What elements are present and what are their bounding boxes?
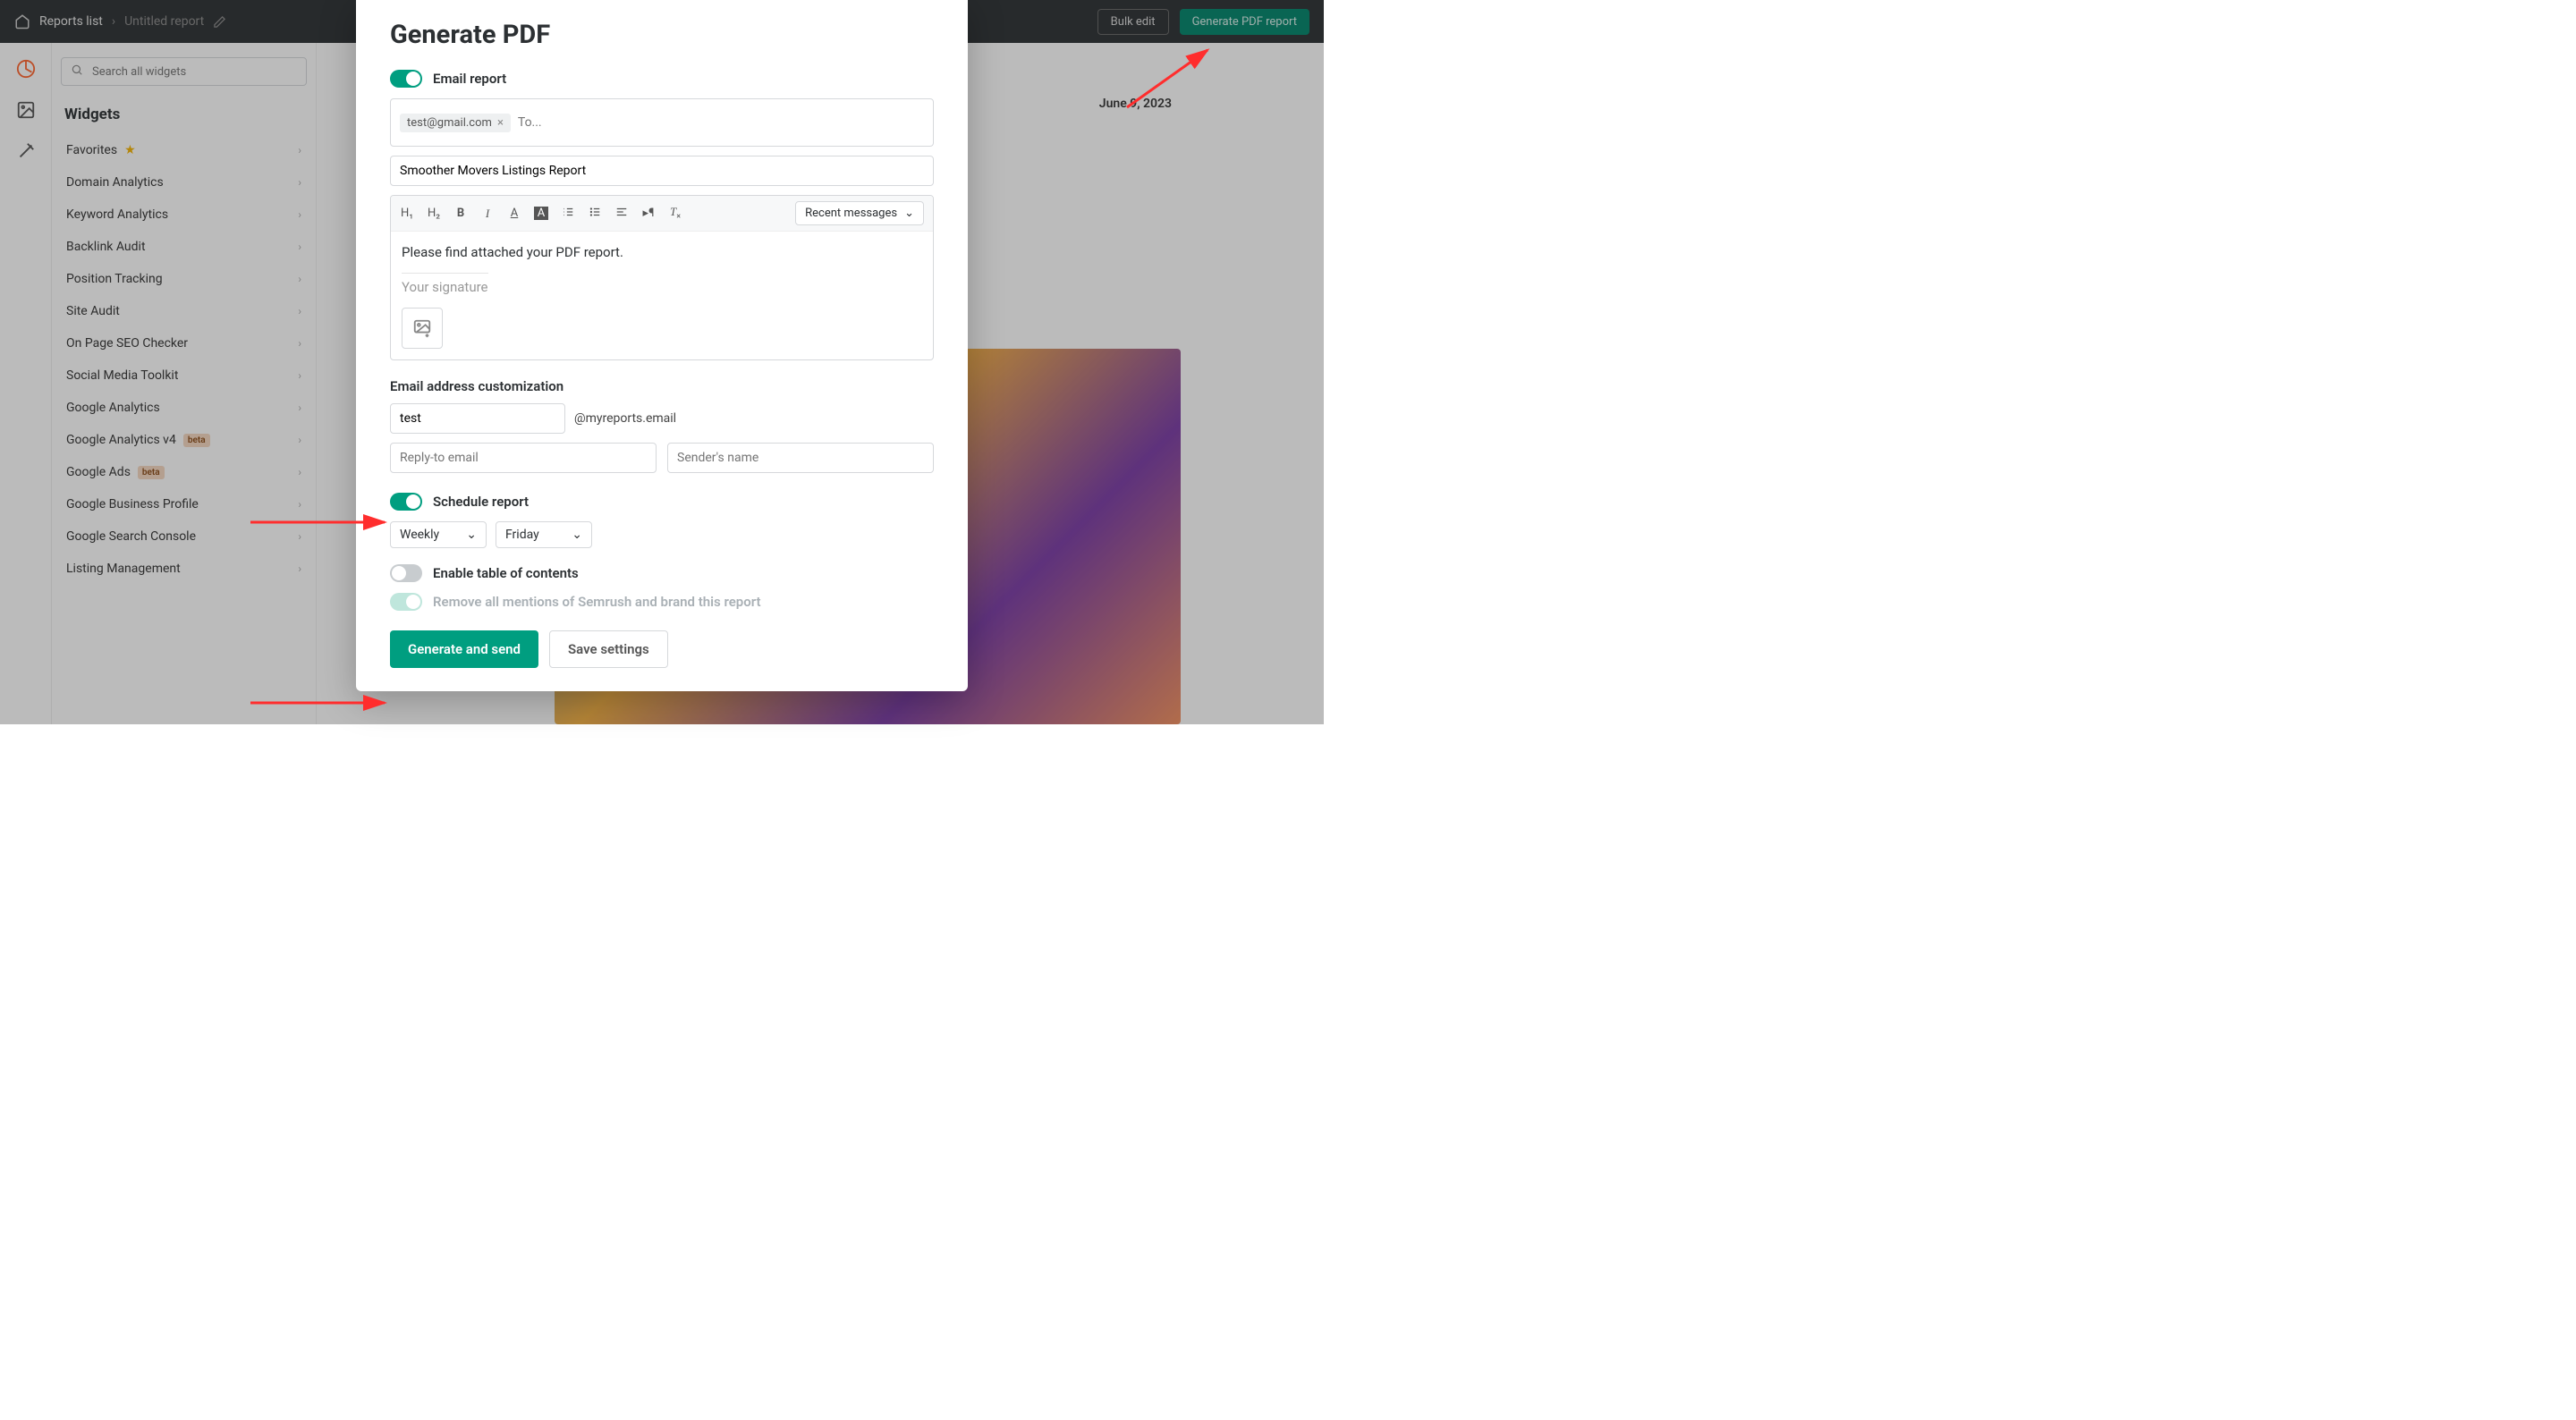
schedule-day-value: Friday: [505, 528, 539, 542]
highlight-icon[interactable]: A: [534, 207, 548, 220]
chevron-down-icon: ⌄: [466, 528, 477, 542]
bold-icon[interactable]: B: [453, 207, 468, 220]
h2-icon[interactable]: H₂: [427, 207, 441, 220]
email-prefix-input[interactable]: [390, 403, 565, 434]
chip-remove-icon[interactable]: ×: [497, 116, 504, 130]
generate-and-send-button[interactable]: Generate and send: [390, 630, 538, 668]
schedule-report-label: Schedule report: [433, 494, 529, 510]
to-field[interactable]: test@gmail.com ×: [390, 98, 934, 147]
clear-format-icon[interactable]: T×: [668, 205, 682, 222]
branding-label: Remove all mentions of Semrush and brand…: [433, 594, 761, 610]
toc-toggle[interactable]: [390, 564, 422, 582]
email-customization-header: Email address customization: [390, 378, 934, 394]
sender-name-input[interactable]: [667, 443, 934, 473]
italic-icon[interactable]: I: [480, 207, 495, 221]
editor-toolbar: H₁ H₂ B I A A ▸¶ T× Recent messages ⌄: [391, 196, 933, 232]
schedule-report-toggle[interactable]: [390, 493, 422, 511]
email-chip-text: test@gmail.com: [407, 116, 492, 130]
email-report-label: Email report: [433, 71, 506, 87]
rtl-icon[interactable]: ▸¶: [641, 207, 656, 220]
email-chip: test@gmail.com ×: [400, 114, 511, 132]
ordered-list-icon[interactable]: [561, 206, 575, 222]
branding-toggle[interactable]: [390, 593, 422, 611]
generate-pdf-modal: × Generate PDF Email report test@gmail.c…: [356, 0, 968, 691]
align-icon[interactable]: [614, 206, 629, 222]
email-domain-suffix: @myreports.email: [574, 411, 676, 426]
insert-image-icon[interactable]: [402, 308, 443, 349]
schedule-day-select[interactable]: Friday ⌄: [496, 521, 592, 548]
signature-placeholder: Your signature: [402, 273, 488, 295]
save-settings-button[interactable]: Save settings: [549, 630, 668, 668]
recent-messages-label: Recent messages: [805, 207, 897, 220]
editor-body[interactable]: Please find attached your PDF report. Yo…: [391, 232, 933, 359]
reply-to-input[interactable]: [390, 443, 657, 473]
bullet-list-icon[interactable]: [588, 206, 602, 222]
message-body-text: Please find attached your PDF report.: [402, 244, 922, 260]
to-input[interactable]: [516, 114, 924, 131]
recent-messages-dropdown[interactable]: Recent messages ⌄: [795, 201, 924, 225]
subject-input[interactable]: [390, 156, 934, 186]
email-report-toggle[interactable]: [390, 70, 422, 88]
text-color-icon[interactable]: A: [507, 207, 521, 220]
schedule-frequency-select[interactable]: Weekly ⌄: [390, 521, 487, 548]
schedule-frequency-value: Weekly: [400, 528, 439, 542]
modal-title: Generate PDF: [390, 20, 934, 50]
h1-icon[interactable]: H₁: [400, 207, 414, 220]
toc-label: Enable table of contents: [433, 565, 579, 581]
chevron-down-icon: ⌄: [572, 528, 582, 542]
message-editor: H₁ H₂ B I A A ▸¶ T× Recent messages ⌄ Pl…: [390, 195, 934, 360]
chevron-down-icon: ⌄: [904, 207, 914, 220]
